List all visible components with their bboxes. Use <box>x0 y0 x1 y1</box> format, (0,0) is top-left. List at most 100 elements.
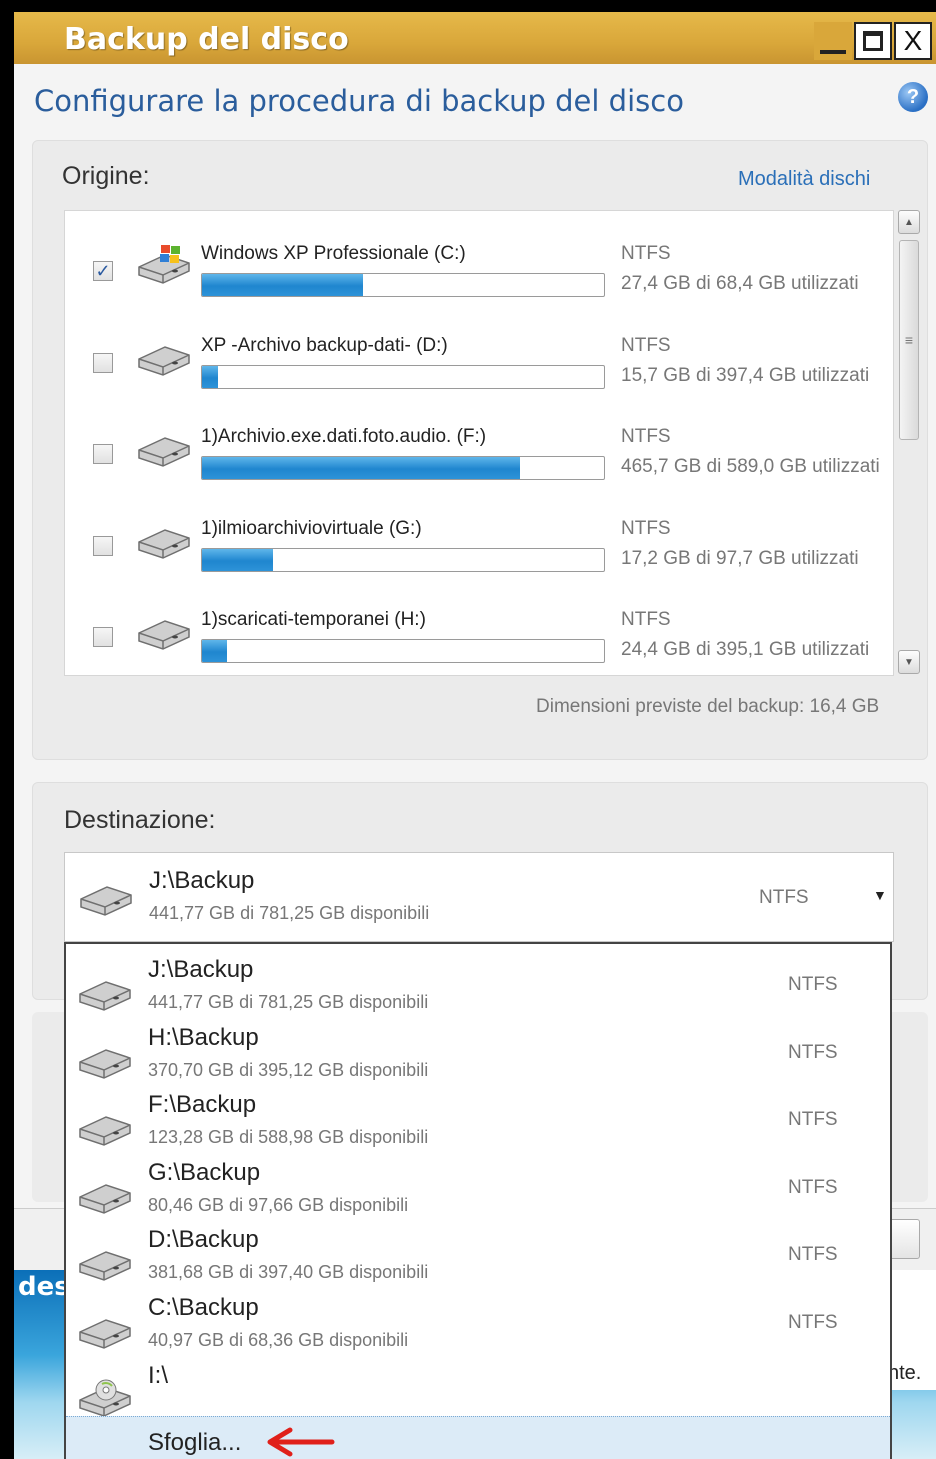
backup-window: Backup del disco X Configurare la proced… <box>14 12 936 1459</box>
disk-usage-bar <box>201 547 605 572</box>
maximize-icon <box>863 31 883 51</box>
window-title: Backup del disco <box>64 22 349 57</box>
disk-usage-bar <box>201 273 605 297</box>
destination-option-path: C:\Backup <box>148 1294 259 1321</box>
destination-option-space: 381,68 GB di 397,40 GB disponibili <box>148 1262 429 1283</box>
disk-usage-bar <box>201 456 605 480</box>
destination-option-space: 40,97 GB di 68,36 GB disponibili <box>148 1330 409 1350</box>
disk-usage-text: 17,2 GB di 97,7 GB utilizzati <box>621 547 859 569</box>
destination-option-fs: NTFS <box>788 1109 838 1131</box>
destination-option-space: 441,77 GB di 781,25 GB disponibili <box>148 992 429 1012</box>
scroll-thumb[interactable]: ≡ <box>899 240 919 440</box>
hard-drive-icon <box>138 345 190 376</box>
disk-row[interactable]: ✓ Windows XP Professionale (C:) NTFS 27,4 G… <box>65 223 895 313</box>
hard-drive-icon <box>80 886 132 916</box>
disk-row[interactable]: 1)Archivio.exe.dati.foto.audio. (F:) NTFS… <box>65 406 895 496</box>
disk-checkbox[interactable] <box>93 535 113 556</box>
close-button[interactable]: X <box>894 22 932 60</box>
browse-option[interactable]: Sfoglia... <box>66 1416 890 1459</box>
windows-drive-icon <box>138 245 190 284</box>
minimize-icon <box>820 50 846 54</box>
destination-option-path: I:\ <box>148 1361 169 1389</box>
destination-option-path: D:\Backup <box>148 1226 259 1254</box>
minimize-button[interactable] <box>814 22 852 60</box>
disk-checkbox[interactable] <box>93 444 113 464</box>
hard-drive-icon <box>79 1183 131 1214</box>
destination-combobox[interactable]: J:\Backup 441,77 GB di 781,25 GB disponi… <box>64 852 894 942</box>
browse-label: Sfoglia... <box>148 1429 242 1456</box>
destination-option[interactable]: D:\Backup 381,68 GB di 397,40 GB disponib… <box>66 1224 890 1292</box>
disk-filesystem: NTFS <box>621 609 671 630</box>
disk-usage-fill <box>202 365 219 388</box>
destination-option[interactable]: C:\Backup 40,97 GB di 68,36 GB disponibil… <box>66 1292 890 1360</box>
destination-option-fs: NTFS <box>788 1244 838 1266</box>
help-icon[interactable]: ? <box>898 82 928 112</box>
disk-usage-bar <box>201 639 605 663</box>
disk-usage-text: 24,4 GB di 395,1 GB utilizzati <box>621 639 870 660</box>
hard-drive-icon <box>79 981 131 1011</box>
disk-name: 1)Archivio.exe.dati.foto.audio. (F:) <box>201 426 487 447</box>
destination-option-fs: NTFS <box>788 1312 838 1333</box>
disk-usage-fill <box>202 457 520 479</box>
disk-usage-text: 27,4 GB di 68,4 GB utilizzati <box>621 273 859 294</box>
destination-option[interactable]: F:\Backup 123,28 GB di 588,98 GB disponib… <box>66 1089 890 1157</box>
destination-option-path: J:\Backup <box>148 956 254 983</box>
destination-option-space: 370,70 GB di 395,12 GB disponibili <box>148 1059 429 1080</box>
destination-option-fs: NTFS <box>788 974 838 995</box>
disk-checkbox[interactable] <box>93 352 113 373</box>
disk-usage-fill <box>202 274 363 296</box>
disk-usage-bar <box>201 364 605 389</box>
page-title: Configurare la procedura di backup del d… <box>34 84 684 118</box>
disk-row[interactable]: XP -Archivo backup-dati- (D:) NTFS 15,7 GB… <box>65 315 895 405</box>
destination-option-path: G:\Backup <box>148 1158 261 1186</box>
destination-option-path: H:\Backup <box>148 1023 259 1051</box>
disk-mode-link[interactable]: Modalità dischi <box>738 168 870 191</box>
disk-checkbox[interactable]: ✓ <box>93 261 113 281</box>
hard-drive-icon <box>138 620 190 650</box>
maximize-button[interactable] <box>854 22 892 60</box>
selected-destination-path: J:\Backup <box>149 867 255 894</box>
title-bar[interactable]: Backup del disco X <box>14 12 936 64</box>
destination-dropdown-list: J:\Backup 441,77 GB di 781,25 GB disponib… <box>64 942 892 1459</box>
red-arrow-icon <box>267 1427 335 1457</box>
disk-usage-text: 15,7 GB di 397,4 GB utilizzati <box>621 364 870 386</box>
source-disk-list: ✓ Windows XP Professionale (C:) NTFS 27,4 G… <box>64 210 894 676</box>
disk-usage-fill <box>202 548 273 571</box>
disk-filesystem: NTFS <box>621 517 671 539</box>
disk-list-scrollbar[interactable]: ▲ ≡ ▼ <box>898 210 922 676</box>
disk-filesystem: NTFS <box>621 334 671 356</box>
destination-option-space: 80,46 GB di 97,66 GB disponibili <box>148 1194 409 1215</box>
disk-name: 1)ilmioarchiviovirtuale (G:) <box>201 517 422 539</box>
disk-name: XP -Archivo backup-dati- (D:) <box>201 334 448 356</box>
dropdown-arrow-icon[interactable]: ▼ <box>873 887 887 903</box>
disk-row[interactable]: 1)scaricati-temporanei (H:) NTFS 24,4 GB d… <box>65 589 895 679</box>
destination-option-path: F:\Backup <box>148 1091 257 1119</box>
disk-usage-fill <box>202 640 227 662</box>
selected-destination-fs: NTFS <box>759 887 809 908</box>
hard-drive-icon <box>79 1116 131 1146</box>
disk-name: 1)scaricati-temporanei (H:) <box>201 609 426 630</box>
destination-option[interactable]: G:\Backup 80,46 GB di 97,66 GB disponibil… <box>66 1157 890 1225</box>
destination-option-fs: NTFS <box>788 1041 838 1063</box>
hard-drive-icon <box>138 528 190 559</box>
scroll-up-button[interactable]: ▲ <box>898 210 920 234</box>
source-label: Origine: <box>62 162 150 190</box>
disk-usage-text: 465,7 GB di 589,0 GB utilizzati <box>621 456 880 477</box>
destination-option[interactable]: H:\Backup 370,70 GB di 395,12 GB disponib… <box>66 1022 890 1090</box>
disk-filesystem: NTFS <box>621 426 671 447</box>
disk-checkbox[interactable] <box>93 627 113 647</box>
hard-drive-icon <box>79 1251 131 1282</box>
selected-destination-space: 441,77 GB di 781,25 GB disponibili <box>149 903 430 923</box>
scroll-down-button[interactable]: ▼ <box>898 650 920 674</box>
hard-drive-icon <box>79 1319 131 1349</box>
close-icon: X <box>903 25 923 56</box>
destination-option[interactable]: J:\Backup 441,77 GB di 781,25 GB disponib… <box>66 954 890 1022</box>
disk-name: Windows XP Professionale (C:) <box>201 243 466 264</box>
disk-row[interactable]: 1)ilmioarchiviovirtuale (G:) NTFS 17,2 GB … <box>65 498 895 588</box>
background-text-fragment: nte. <box>888 1362 922 1384</box>
destination-option-space: 123,28 GB di 588,98 GB disponibili <box>148 1127 429 1148</box>
disk-filesystem: NTFS <box>621 243 671 264</box>
background-desktop-text: des <box>18 1272 70 1302</box>
hard-drive-icon <box>138 437 190 467</box>
destination-option-fs: NTFS <box>788 1176 838 1198</box>
